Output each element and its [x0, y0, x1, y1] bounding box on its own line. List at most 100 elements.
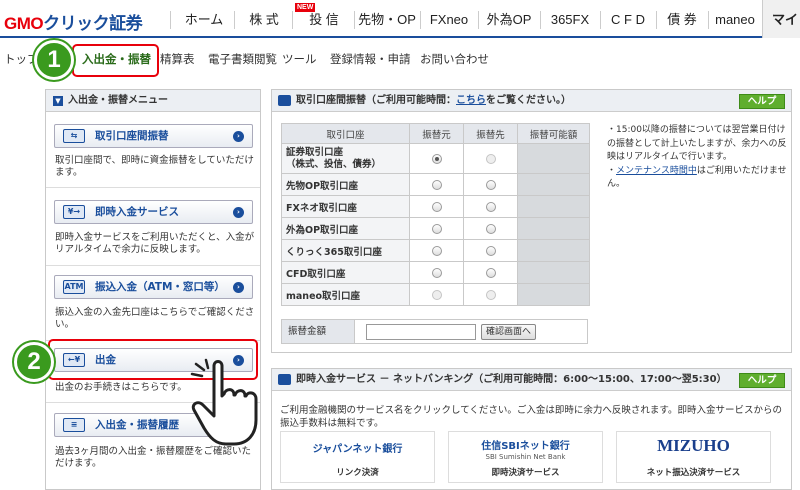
subnav-contact[interactable]: お問い合わせ: [420, 51, 489, 67]
available-cell: [517, 261, 590, 284]
bank-service: ネット振込決済サービス: [646, 468, 741, 478]
nav-divider: [656, 11, 657, 29]
sidebar-item-label: 即時入金サービス: [95, 206, 179, 218]
instant-deposit-icon: ¥→: [63, 205, 85, 219]
to-radio[interactable]: [485, 245, 496, 256]
help-button[interactable]: ヘルプ: [739, 94, 785, 109]
table-row: 外為OP取引口座: [281, 217, 590, 240]
subnav-tools[interactable]: ツール: [282, 51, 317, 67]
nav-tab-stocks[interactable]: 株 式: [238, 0, 290, 38]
subnav-statement[interactable]: 精算表: [160, 51, 195, 67]
sidebar-title: 入出金・振替メニュー: [68, 95, 168, 106]
nav-tab-maneo[interactable]: maneo: [710, 0, 760, 38]
from-radio[interactable]: [431, 267, 442, 278]
note-item: ・15:00以降の振替については翌営業日付けの振替として計上いたしますが、余力へ…: [607, 125, 787, 162]
bank-mizuho[interactable]: MIZUHO ネット振込決済サービス: [616, 431, 771, 483]
sidebar-item-bank-deposit[interactable]: ATM 振込入金（ATM・窓口等） ›: [54, 275, 253, 299]
sidebar-item-account-transfer[interactable]: ⇆ 取引口座間振替 ›: [54, 124, 253, 148]
brand-gmo: GMO: [4, 14, 44, 33]
from-radio[interactable]: [431, 245, 442, 256]
account-name: 外為OP取引口座: [281, 217, 410, 240]
bank-japannet[interactable]: ジャパンネット銀行 リンク決済: [280, 431, 435, 483]
col-available: 振替可能額: [517, 123, 590, 144]
sidebar-item-desc: 過去3ヶ月間の入出金・振替履歴をご確認いただけます。: [55, 446, 252, 469]
col-account: 取引口座: [281, 123, 410, 144]
brand-logo[interactable]: GMOクリック証券: [4, 9, 143, 34]
sidebar-item-desc: 即時入金サービスをご利用いただくと、入金がリアルタイムで余力に反映します。: [55, 232, 255, 255]
col-to: 振替先: [463, 123, 518, 144]
confirm-button[interactable]: 確認画面へ: [481, 324, 536, 340]
bank-sumishin-sbi[interactable]: 住信SBIネット銀行 SBI Sumishin Net Bank 即時決済サービ…: [448, 431, 603, 483]
nav-divider: [234, 11, 235, 29]
from-cell: [409, 217, 464, 240]
nav-tab-mypage[interactable]: マイ: [762, 0, 800, 38]
amount-input[interactable]: [366, 324, 476, 340]
arrow-right-icon: ›: [233, 131, 244, 142]
to-radio[interactable]: [485, 179, 496, 190]
available-cell: [517, 143, 590, 174]
available-cell: [517, 173, 590, 196]
account-name: maneo取引口座: [281, 283, 410, 306]
to-radio[interactable]: [485, 223, 496, 234]
sidebar-item-label: 取引口座間振替: [95, 130, 169, 142]
nav-divider: [292, 11, 293, 29]
transfer-notes: ・15:00以降の振替については翌営業日付けの振替として計上いたしますが、余力へ…: [607, 124, 787, 192]
sidebar-item-instant-deposit[interactable]: ¥→ 即時入金サービス ›: [54, 200, 253, 224]
to-cell: [463, 283, 518, 306]
transfer-title-prefix: 取引口座間振替（ご利用可能時間：: [296, 95, 456, 106]
instant-deposit-header: 即時入金サービス － ネットバンキング（ご利用可能時間：6:00～15:00、1…: [272, 369, 791, 391]
sidebar-item-label: 入出金・振替履歴: [95, 419, 179, 431]
table-row: FXネオ取引口座: [281, 195, 590, 218]
bank-logo-sbi: 住信SBIネット銀行: [481, 441, 570, 452]
to-radio[interactable]: [485, 201, 496, 212]
to-cell: [463, 173, 518, 196]
from-cell: [409, 239, 464, 262]
maintenance-link[interactable]: メンテナンス時間中: [616, 166, 697, 176]
available-cell: [517, 239, 590, 262]
nav-tab-futures[interactable]: 先物・OP: [356, 0, 418, 38]
availability-link[interactable]: こちら: [456, 95, 486, 106]
to-cell: [463, 261, 518, 284]
atm-icon: ATM: [63, 280, 85, 294]
to-radio[interactable]: [485, 267, 496, 278]
nav-tab-cfd[interactable]: C F D: [602, 0, 654, 38]
transfer-panel-header: 取引口座間振替（ご利用可能時間：こちらをご覧ください。） ヘルプ: [272, 90, 791, 112]
bank-logo-mizuho: MIZUHO: [657, 436, 730, 455]
instant-deposit-icon: [278, 374, 291, 385]
help-button[interactable]: ヘルプ: [739, 373, 785, 388]
nav-tab-home[interactable]: ホーム: [176, 0, 232, 38]
from-radio-selected[interactable]: [431, 153, 442, 164]
bank-logo-japannet: ジャパンネット銀行: [312, 444, 403, 455]
mypage-label: マイ: [771, 12, 798, 27]
to-cell: [463, 195, 518, 218]
from-radio[interactable]: [431, 223, 442, 234]
subnav-registration[interactable]: 登録情報・申請: [330, 51, 411, 67]
sidebar-header: ▼ 入出金・振替メニュー: [46, 90, 260, 112]
transfer-icon: [278, 95, 291, 106]
from-radio[interactable]: [431, 201, 442, 212]
nav-tab-fx-option[interactable]: 外為OP: [480, 0, 538, 38]
account-name: くりっく365取引口座: [281, 239, 410, 262]
table-header-row: 取引口座 振替元 振替先 振替可能額: [281, 123, 590, 144]
subnav-e-documents[interactable]: 電子書類閲覧: [208, 51, 277, 67]
nav-divider: [354, 11, 355, 29]
chevron-down-icon: ▼: [53, 96, 63, 106]
nav-tab-fxneo[interactable]: FXneo: [422, 0, 476, 38]
highlight-frame-step1: [72, 44, 159, 77]
table-row: 証券取引口座 （株式、投信、債券）: [281, 143, 590, 174]
nav-tab-bonds[interactable]: 債 券: [658, 0, 706, 38]
nav-tab-365fx[interactable]: 365FX: [542, 0, 598, 38]
note-item-maintenance: ・メンテナンス時間中はご利用いただけません。: [607, 165, 787, 190]
brand-name: クリック証券: [43, 14, 143, 33]
to-cell: [463, 239, 518, 262]
divider: [46, 265, 260, 266]
instant-deposit-desc: ご利用金融機関のサービス名をクリックしてください。ご入金は即時に余力へ反映されま…: [280, 405, 782, 429]
to-radio-disabled: [485, 153, 496, 164]
table-row: CFD取引口座: [281, 261, 590, 284]
account-name: 証券取引口座 （株式、投信、債券）: [281, 143, 410, 174]
nav-tab-funds[interactable]: 投 信: [296, 0, 352, 38]
instant-deposit-title: 即時入金サービス － ネットバンキング（ご利用可能時間：6:00～15:00、1…: [296, 374, 727, 385]
from-radio[interactable]: [431, 179, 442, 190]
bank-service: リンク決済: [336, 468, 379, 478]
to-cell: [463, 217, 518, 240]
